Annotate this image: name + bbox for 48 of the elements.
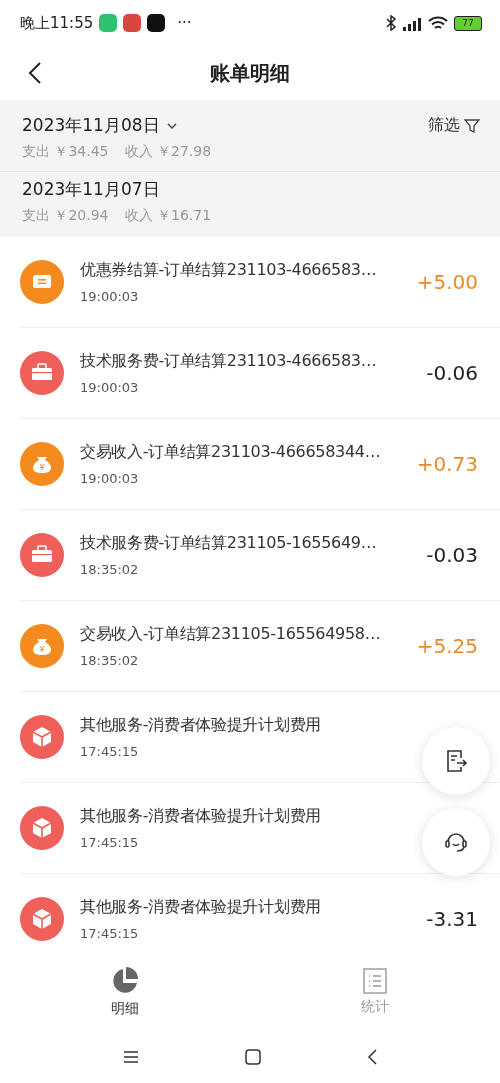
bluetooth-icon: [386, 15, 396, 31]
transaction-time: 18:35:02: [80, 562, 139, 577]
transaction-title[interactable]: 交易收入-订单结算231105-165564958…: [80, 624, 381, 645]
more-notifications: ···: [177, 14, 192, 32]
income-total: 收入 ￥27.98: [124, 143, 212, 161]
page-title: 账单明细: [210, 59, 290, 87]
coupon-icon: [20, 260, 64, 304]
transaction-title[interactable]: 优惠券结算-订单结算231103-4666583…: [80, 260, 377, 281]
transaction-time: 19:00:03: [80, 289, 139, 304]
transaction-title[interactable]: 技术服务费-订单结算231105-1655649…: [80, 533, 377, 554]
transaction-amount: +5.25: [415, 634, 478, 658]
back-icon[interactable]: [28, 61, 42, 85]
export-button[interactable]: [422, 727, 490, 795]
expense-total: 支出 ￥34.45: [22, 143, 109, 161]
transaction-time: 19:00:03: [80, 380, 139, 395]
transaction-title[interactable]: 技术服务费-订单结算231103-4666583…: [80, 351, 377, 372]
transaction-title[interactable]: 其他服务-消费者体验提升计划费用: [80, 806, 321, 827]
transaction-amount: -0.03: [425, 543, 478, 567]
transaction-amount: -3.31: [425, 907, 478, 931]
bottom-tab[interactable]: 明细: [0, 953, 250, 1031]
home-icon[interactable]: [245, 1049, 261, 1065]
transaction-title[interactable]: 其他服务-消费者体验提升计划费用: [80, 715, 321, 736]
status-time: 晚上11:55: [20, 13, 94, 33]
filter-icon: [464, 117, 480, 134]
chevron-down-icon[interactable]: [165, 121, 178, 130]
transaction-amount: +5.00: [415, 270, 478, 294]
transaction-title[interactable]: 其他服务-消费者体验提升计划费用: [80, 897, 321, 918]
transaction-amount: +0.73: [415, 452, 478, 476]
transaction-time: 18:35:02: [80, 653, 139, 668]
pie-chart-icon: [110, 966, 140, 996]
date-label: 2023年11月07日: [22, 178, 160, 201]
transaction-time: 17:45:15: [80, 926, 139, 941]
support-button[interactable]: [422, 808, 490, 876]
list-icon: [363, 968, 387, 994]
date-label[interactable]: 2023年11月08日: [22, 114, 160, 137]
filter-button[interactable]: 筛选: [428, 115, 480, 136]
wifi-icon: [428, 15, 448, 31]
income-total: 收入 ￥16.71: [124, 207, 212, 225]
transaction-title[interactable]: 交易收入-订单结算231103-466658344…: [80, 442, 381, 463]
menu-icon[interactable]: [123, 1050, 139, 1064]
expense-total: 支出 ￥20.94: [22, 207, 109, 225]
transaction-time: 17:45:15: [80, 744, 139, 759]
transaction-amount: -0.06: [425, 361, 478, 385]
back-nav-icon[interactable]: [367, 1049, 377, 1065]
transaction-time: 19:00:03: [80, 471, 139, 486]
signal-icon: [402, 15, 422, 31]
battery-icon: 77: [454, 15, 482, 31]
transaction-time: 17:45:15: [80, 835, 139, 850]
